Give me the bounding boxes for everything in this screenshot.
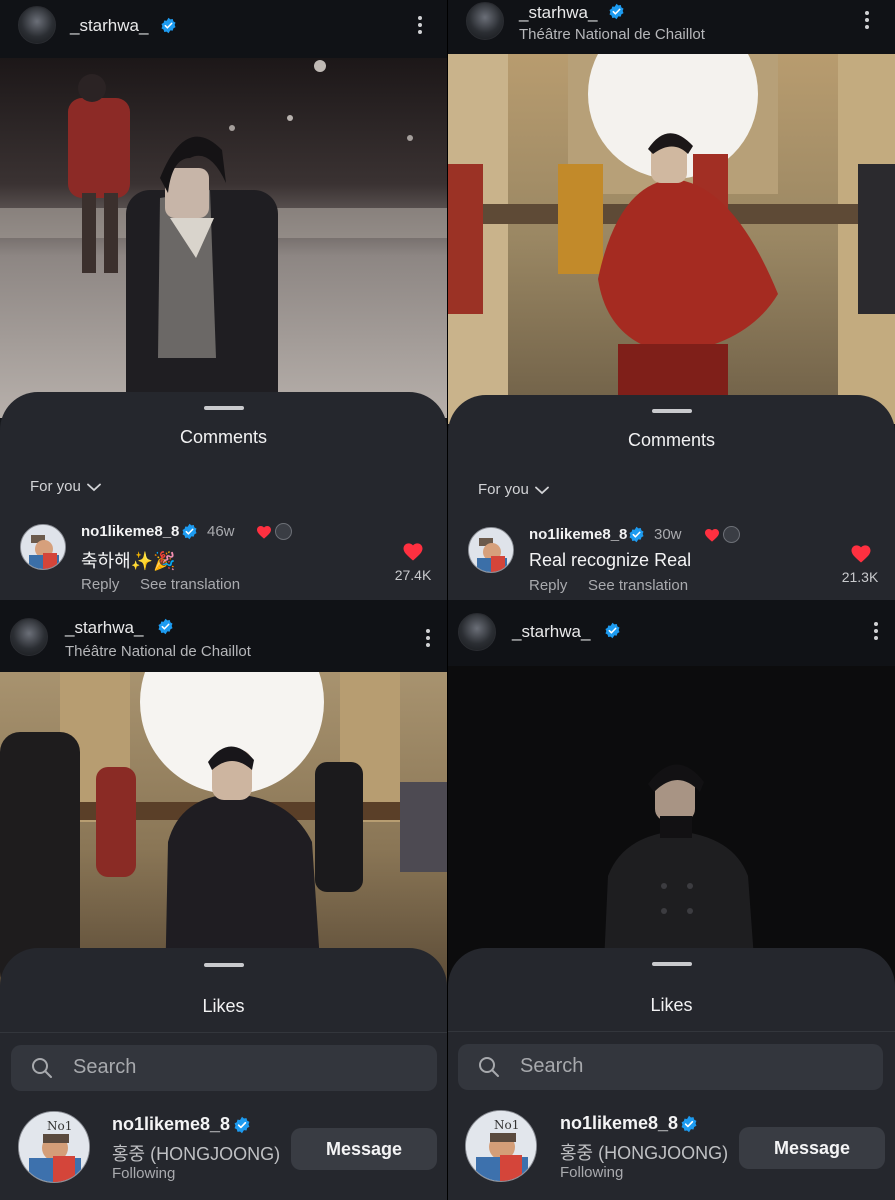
- verified-badge-icon: [161, 17, 176, 34]
- search-placeholder: Search: [73, 1056, 137, 1078]
- commenter-avatar[interactable]: [468, 527, 514, 573]
- verified-badge-icon: [158, 618, 173, 635]
- liker-avatar[interactable]: No1: [18, 1111, 90, 1183]
- verified-badge-icon: [234, 1116, 250, 1134]
- post-photo[interactable]: [0, 672, 447, 992]
- comments-sheet: Comments For you no1likeme8_8 46w 축하해✨🎉 …: [0, 392, 447, 600]
- comment-time: 46w: [207, 523, 235, 540]
- search-icon: [32, 1058, 52, 1078]
- comment-filter-dropdown[interactable]: For you: [478, 481, 549, 498]
- comment-username[interactable]: no1likeme8_8: [81, 523, 179, 540]
- verified-badge-icon: [609, 3, 624, 20]
- verified-badge-icon: [681, 1115, 697, 1133]
- message-button[interactable]: Message: [739, 1127, 885, 1169]
- heart-icon[interactable]: [402, 542, 424, 561]
- verified-badge-icon: [182, 523, 197, 540]
- sheet-title: Likes: [650, 995, 693, 1015]
- sheet-drag-handle[interactable]: [651, 409, 692, 413]
- post-username[interactable]: _starhwa_: [519, 3, 597, 23]
- comment-username[interactable]: no1likeme8_8: [529, 526, 627, 543]
- filter-label: For you: [478, 481, 529, 498]
- author-liked-heart-icon: [257, 526, 271, 539]
- post-username[interactable]: _starhwa_: [65, 618, 143, 638]
- filter-label: For you: [30, 478, 81, 495]
- following-status: Following: [560, 1164, 624, 1181]
- sheet-title: Comments: [179, 427, 268, 447]
- screenshot-panel-likes-1: _starhwa_ Théâtre National de Chaillot L…: [0, 600, 447, 1200]
- heart-icon[interactable]: [850, 544, 872, 563]
- liker-display-name: 홍중 (HONGJOONG): [560, 1143, 729, 1163]
- screenshot-panel-comments-2: _starhwa_ Théâtre National de Chaillot C…: [448, 0, 895, 600]
- sheet-divider: [0, 1032, 447, 1033]
- kebab-menu-icon[interactable]: [425, 629, 431, 649]
- liker-avatar[interactable]: No1: [465, 1110, 537, 1182]
- reply-link[interactable]: Reply: [81, 576, 119, 593]
- post-location[interactable]: Théâtre National de Chaillot: [519, 26, 705, 43]
- post-header: _starhwa_ Théâtre National de Chaillot: [448, 0, 895, 54]
- sheet-title: Likes: [202, 996, 245, 1016]
- search-icon: [479, 1057, 499, 1077]
- svg-text:No1: No1: [494, 1118, 519, 1132]
- commenter-avatar[interactable]: [20, 524, 66, 570]
- comment-like-count: 21.3K: [841, 569, 879, 585]
- comment-text: Real recognize Real: [529, 550, 692, 570]
- search-placeholder: Search: [520, 1055, 584, 1077]
- author-avatar-mini: [275, 523, 292, 540]
- profile-avatar[interactable]: [10, 618, 48, 656]
- reply-link[interactable]: Reply: [529, 577, 567, 594]
- comment-time: 30w: [654, 526, 682, 543]
- verified-badge-icon: [605, 622, 620, 639]
- likes-search-input[interactable]: Search: [11, 1045, 437, 1091]
- sheet-drag-handle[interactable]: [651, 962, 692, 966]
- post-location[interactable]: Théâtre National de Chaillot: [65, 643, 251, 660]
- sheet-title: Comments: [627, 430, 716, 450]
- comment-text: 축하해✨🎉: [81, 551, 176, 571]
- liker-username[interactable]: no1likeme8_8: [112, 1114, 230, 1135]
- comments-sheet: Comments For you no1likeme8_8 30w Real r…: [448, 395, 895, 600]
- sheet-drag-handle[interactable]: [203, 963, 244, 967]
- post-username[interactable]: _starhwa_: [512, 622, 590, 642]
- post-photo[interactable]: [448, 54, 895, 424]
- comment-filter-dropdown[interactable]: For you: [30, 478, 101, 495]
- profile-avatar[interactable]: [458, 613, 496, 651]
- profile-avatar[interactable]: [18, 6, 56, 44]
- see-translation-link[interactable]: See translation: [588, 577, 688, 594]
- post-header: _starhwa_: [0, 0, 447, 58]
- post-username[interactable]: _starhwa_: [70, 16, 148, 36]
- verified-badge-icon: [629, 526, 644, 543]
- message-button[interactable]: Message: [291, 1128, 437, 1170]
- comment-like-count: 27.4K: [394, 567, 432, 583]
- svg-text:No1: No1: [47, 1119, 72, 1133]
- see-translation-link[interactable]: See translation: [140, 576, 240, 593]
- screenshot-panel-likes-2: _starhwa_ Likes Search No1 no1likeme8_8 …: [448, 600, 895, 1200]
- chevron-down-icon: [534, 486, 549, 494]
- kebab-menu-icon[interactable]: [417, 16, 423, 36]
- post-photo[interactable]: [0, 58, 447, 418]
- likes-sheet: Likes Search No1 no1likeme8_8 홍중 (HONGJO…: [448, 948, 895, 1200]
- kebab-menu-icon[interactable]: [864, 11, 870, 31]
- kebab-menu-icon[interactable]: [873, 622, 879, 642]
- likes-sheet: Likes Search No1 no1likeme8_8 홍중 (HONGJO…: [0, 948, 447, 1200]
- liker-username[interactable]: no1likeme8_8: [560, 1113, 678, 1134]
- post-photo[interactable]: [448, 666, 895, 986]
- post-header: _starhwa_: [448, 600, 895, 666]
- profile-avatar[interactable]: [466, 2, 504, 40]
- screenshot-panel-comments-1: _starhwa_ Comments For you no1likeme8_8 …: [0, 0, 447, 600]
- following-status: Following: [112, 1165, 176, 1182]
- post-header: _starhwa_ Théâtre National de Chaillot: [0, 600, 447, 672]
- author-liked-heart-icon: [705, 529, 719, 542]
- chevron-down-icon: [86, 483, 101, 491]
- liker-display-name: 홍중 (HONGJOONG): [112, 1144, 281, 1164]
- author-avatar-mini: [723, 526, 740, 543]
- sheet-divider: [448, 1031, 895, 1032]
- sheet-drag-handle[interactable]: [203, 406, 244, 410]
- likes-search-input[interactable]: Search: [458, 1044, 883, 1090]
